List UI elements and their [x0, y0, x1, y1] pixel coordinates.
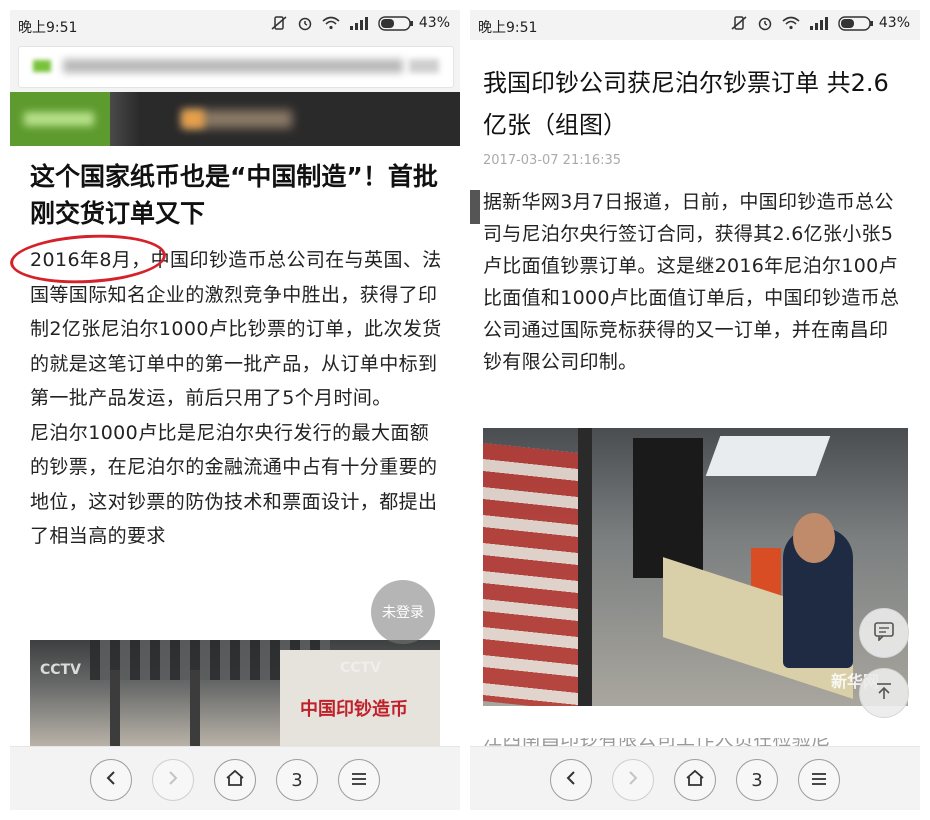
- wifi-icon: [782, 16, 800, 30]
- login-float-button[interactable]: 未登录: [371, 580, 435, 644]
- article-paragraph: 2016年8月，中国印钞造币总公司在与英国、法国等国际知名企业的激烈竞争中胜出，…: [30, 243, 445, 416]
- scroll-top-icon: [874, 681, 894, 705]
- article-photo[interactable]: CCTV CCTV 中国印钞造币: [30, 640, 440, 746]
- article-photo[interactable]: 新华网: [483, 428, 908, 706]
- blurred-url: [63, 59, 403, 73]
- article-body: 2016年8月，中国印钞造币总公司在与英国、法国等国际知名企业的激烈竞争中胜出，…: [30, 243, 445, 554]
- side-drawer-handle[interactable]: [470, 190, 480, 224]
- back-button[interactable]: [90, 759, 132, 801]
- tabs-button[interactable]: 3: [276, 759, 318, 801]
- status-time: 晚上9:51: [478, 20, 538, 36]
- blurred-logo-text: [24, 112, 94, 126]
- alarm-icon: [757, 15, 773, 31]
- article-body: 据新华网3月7日报道，日前，中国印钞造币总公司与尼泊尔央行签订合同，获得其2.6…: [483, 191, 900, 373]
- company-sign: 中国印钞造币: [300, 699, 408, 720]
- cctv-watermark: CCTV: [340, 660, 381, 676]
- menu-icon: [810, 770, 828, 791]
- paragraph-text: 中国印钞造币总公司在与英国、法国等国际知名企业的激烈竞争中胜出，获得了印制2亿张…: [30, 249, 442, 409]
- article-title: 这个国家纸币也是“中国制造”！首批刚交货订单又下: [30, 162, 438, 228]
- right-phone-screen: 晚上9:51 43% 我国印钞公司获尼泊尔钞票订单 共2.6亿张（组图） 201…: [470, 10, 920, 810]
- status-bar: 晚上9:51 43%: [10, 10, 460, 40]
- status-bar: 晚上9:51 43%: [470, 10, 920, 40]
- back-button[interactable]: [550, 759, 592, 801]
- article-title: 我国印钞公司获尼泊尔钞票订单 共2.6亿张（组图）: [483, 69, 889, 139]
- browser-bottom-nav: 3: [10, 746, 460, 810]
- menu-button[interactable]: [338, 759, 380, 801]
- vibrate-off-icon: [270, 15, 288, 31]
- back-icon: [104, 770, 118, 791]
- tabs-count: 3: [291, 769, 303, 791]
- tabs-button[interactable]: 3: [736, 759, 778, 801]
- menu-button[interactable]: [798, 759, 840, 801]
- battery-percentage: 43%: [418, 15, 450, 31]
- battery-percentage: 43%: [878, 15, 910, 31]
- menu-icon: [350, 770, 368, 791]
- tabs-count: 3: [751, 769, 763, 791]
- home-button[interactable]: [674, 759, 716, 801]
- blurred-site-icon: [182, 110, 204, 128]
- article-date: 2017-03-07 21:16:35: [483, 153, 622, 168]
- home-icon: [685, 769, 705, 792]
- highlighted-date: 2016年8月，: [30, 249, 151, 271]
- comment-icon: [873, 621, 895, 645]
- battery-icon: [378, 15, 414, 31]
- cctv-watermark: CCTV: [40, 662, 81, 678]
- home-icon: [225, 769, 245, 792]
- article-paragraph: 尼泊尔1000卢比是尼泊尔央行发行的最大面额的钞票，在尼泊尔的金融流通中占有十分…: [30, 421, 438, 548]
- banknote-sheet: [483, 443, 578, 706]
- wifi-icon: [322, 16, 340, 30]
- forward-button[interactable]: [152, 759, 194, 801]
- home-button[interactable]: [214, 759, 256, 801]
- back-icon: [564, 770, 578, 791]
- browser-bottom-nav: 3: [470, 746, 920, 810]
- comment-button[interactable]: [859, 608, 909, 658]
- signal-icon: [349, 16, 369, 30]
- forward-icon: [166, 770, 180, 791]
- forward-icon: [626, 770, 640, 791]
- left-phone-screen: 晚上9:51 43% 这个国家纸币也是“中国制造”！首批刚交货订单又下 2016…: [10, 10, 460, 810]
- blurred-url-end: [409, 59, 439, 73]
- signal-icon: [809, 16, 829, 30]
- alarm-icon: [297, 15, 313, 31]
- scroll-top-button[interactable]: [859, 668, 909, 718]
- forward-button[interactable]: [612, 759, 654, 801]
- url-bar[interactable]: [18, 46, 454, 88]
- vibrate-off-icon: [730, 15, 748, 31]
- site-banner[interactable]: [10, 92, 460, 146]
- blurred-favicon: [33, 60, 51, 72]
- status-time: 晚上9:51: [18, 20, 78, 36]
- cut-off-caption: 江西南昌印钞有限公司工作人员在检验尼: [483, 738, 903, 746]
- battery-icon: [838, 15, 874, 31]
